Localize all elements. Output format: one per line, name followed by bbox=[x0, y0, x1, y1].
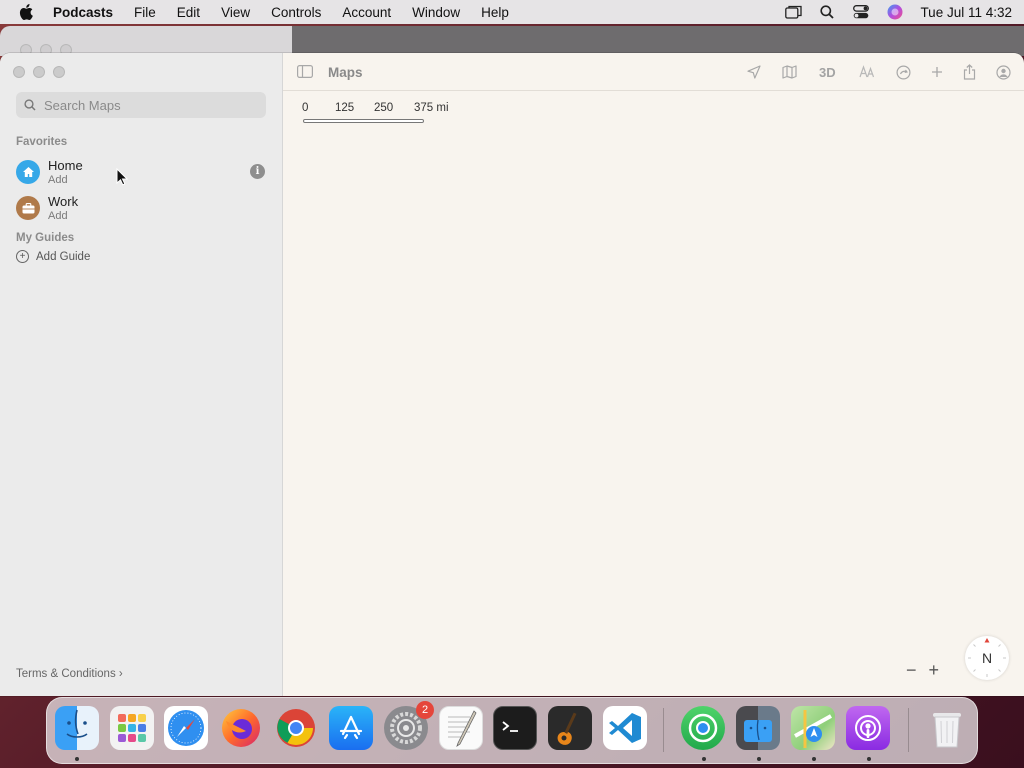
favorite-work[interactable]: Work Add bbox=[16, 191, 271, 225]
find-my-icon[interactable] bbox=[681, 706, 725, 750]
add-guide-label: Add Guide bbox=[36, 250, 91, 263]
garageband-icon[interactable] bbox=[548, 706, 592, 750]
scale-label: 375 mi bbox=[414, 102, 449, 114]
scale-label: 0 bbox=[302, 102, 309, 114]
sidebar-toggle-icon[interactable] bbox=[297, 65, 313, 78]
scale-bar bbox=[303, 119, 424, 123]
map-mode-icon[interactable] bbox=[782, 64, 797, 80]
menu-edit[interactable]: Edit bbox=[177, 5, 200, 20]
search-input[interactable] bbox=[42, 96, 246, 114]
menu-file[interactable]: File bbox=[134, 5, 156, 20]
close-button[interactable] bbox=[13, 66, 25, 78]
mouse-cursor bbox=[116, 168, 128, 186]
siri-icon[interactable] bbox=[886, 3, 904, 21]
launchpad-icon[interactable] bbox=[110, 706, 154, 750]
safari-icon[interactable] bbox=[164, 706, 208, 750]
briefcase-icon bbox=[16, 196, 40, 220]
3d-toggle[interactable]: 3D bbox=[819, 64, 836, 80]
window-title: Maps bbox=[328, 65, 363, 80]
account-icon[interactable] bbox=[996, 64, 1011, 80]
favorite-work-label: Work bbox=[48, 194, 79, 209]
share-icon[interactable] bbox=[963, 64, 976, 80]
menu-account[interactable]: Account bbox=[342, 5, 391, 20]
minimize-button[interactable] bbox=[33, 66, 45, 78]
favorite-home-label: Home bbox=[48, 158, 83, 173]
info-icon[interactable]: i bbox=[250, 164, 265, 179]
menu-controls[interactable]: Controls bbox=[271, 5, 321, 20]
menu-window[interactable]: Window bbox=[412, 5, 460, 20]
menu-view[interactable]: View bbox=[221, 5, 250, 20]
menu-bar: Podcasts File Edit View Controls Account… bbox=[0, 0, 1024, 24]
preview-icon[interactable] bbox=[736, 706, 780, 750]
add-icon[interactable] bbox=[931, 64, 943, 80]
plus-circle-icon: + bbox=[16, 250, 29, 263]
vscode-icon[interactable] bbox=[603, 706, 647, 750]
search-field[interactable] bbox=[16, 92, 266, 118]
window-controls bbox=[13, 66, 65, 78]
zoom-in-button[interactable]: + bbox=[929, 660, 940, 681]
sidebar: Favorites Home Add i Work Add My Guides … bbox=[0, 53, 283, 696]
favorite-work-sub: Add bbox=[48, 210, 68, 222]
look-around-icon[interactable] bbox=[896, 64, 911, 80]
toolbar: Maps 3D bbox=[283, 53, 1024, 91]
textedit-icon[interactable] bbox=[439, 706, 483, 750]
scale-label: 250 bbox=[374, 102, 394, 114]
location-icon[interactable] bbox=[747, 64, 761, 80]
terms-link[interactable]: Terms & Conditions › bbox=[16, 668, 123, 680]
house-icon bbox=[16, 160, 40, 184]
zoom-controls: − + bbox=[906, 660, 939, 681]
trash-icon[interactable] bbox=[925, 706, 969, 750]
maps-window: Favorites Home Add i Work Add My Guides … bbox=[0, 53, 1024, 696]
notification-badge: 2 bbox=[416, 701, 434, 719]
finder-icon[interactable] bbox=[55, 706, 99, 750]
menu-help[interactable]: Help bbox=[481, 5, 509, 20]
favorite-home[interactable]: Home Add i bbox=[16, 155, 271, 189]
podcasts-icon[interactable] bbox=[846, 706, 890, 750]
firefox-icon[interactable] bbox=[219, 706, 263, 750]
zoom-out-button[interactable]: − bbox=[906, 660, 917, 681]
compass[interactable]: N bbox=[965, 636, 1009, 680]
favorites-header: Favorites bbox=[16, 136, 68, 148]
spotlight-search-icon[interactable] bbox=[818, 3, 836, 21]
background-window bbox=[0, 26, 1024, 56]
apple-menu-icon[interactable] bbox=[19, 4, 33, 20]
chrome-icon[interactable] bbox=[274, 706, 318, 750]
chevron-right-icon: › bbox=[115, 668, 123, 680]
translate-icon[interactable] bbox=[859, 64, 875, 80]
terms-label: Terms & Conditions bbox=[16, 668, 116, 680]
terminal-icon[interactable] bbox=[493, 706, 537, 750]
scale-label: 125 bbox=[335, 102, 355, 114]
zoom-button[interactable] bbox=[53, 66, 65, 78]
dock: 2 bbox=[46, 697, 978, 764]
favorite-home-sub: Add bbox=[48, 174, 68, 186]
window-switch-icon[interactable] bbox=[784, 3, 802, 21]
app-store-icon[interactable] bbox=[329, 706, 373, 750]
search-icon bbox=[24, 99, 36, 111]
add-guide-button[interactable]: + Add Guide bbox=[16, 250, 90, 263]
guides-header: My Guides bbox=[16, 232, 75, 244]
menu-app-name[interactable]: Podcasts bbox=[53, 5, 113, 20]
control-center-icon[interactable] bbox=[852, 3, 870, 21]
maps-icon[interactable] bbox=[791, 706, 835, 750]
menu-clock[interactable]: Tue Jul 11 4:32 bbox=[920, 5, 1012, 20]
